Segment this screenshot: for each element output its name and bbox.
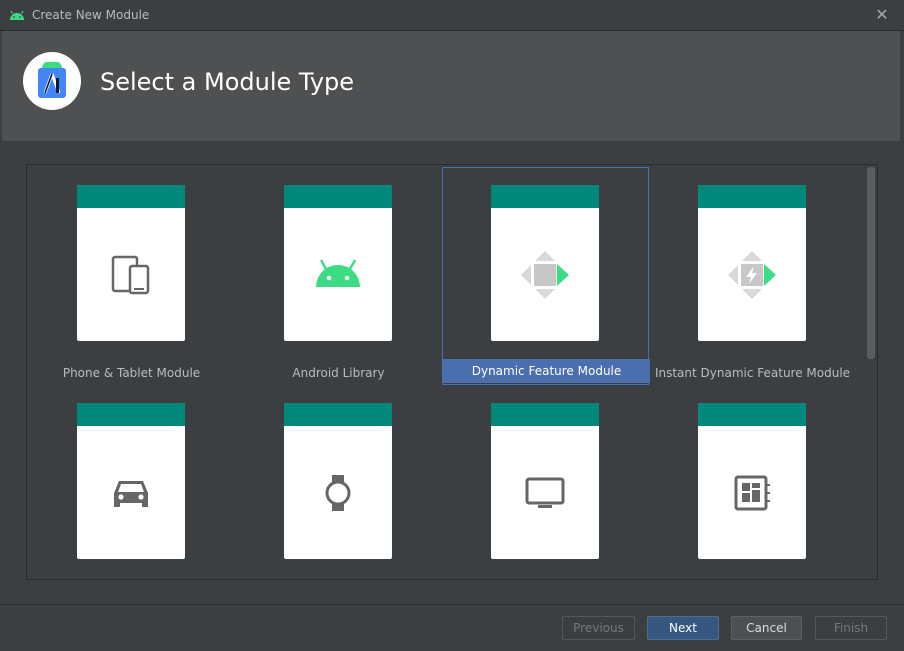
card-band — [77, 185, 185, 208]
previous-button[interactable]: Previous — [562, 616, 635, 640]
module-card — [77, 185, 185, 341]
module-tile-wear-os[interactable] — [235, 385, 442, 603]
card-band — [284, 185, 392, 208]
card-band — [77, 403, 185, 426]
module-card — [77, 403, 185, 559]
module-tile-things[interactable] — [649, 385, 856, 603]
module-card — [491, 185, 599, 341]
module-label: Instant Dynamic Feature Module — [654, 366, 851, 380]
next-button[interactable]: Next — [647, 616, 719, 640]
card-band — [491, 185, 599, 208]
module-tile-dynamic-feature[interactable]: Dynamic Feature Module — [442, 167, 650, 385]
phone-tablet-icon — [111, 255, 150, 295]
window-title: Create New Module — [32, 8, 150, 22]
close-icon[interactable]: ✕ — [874, 6, 890, 24]
things-board-icon — [734, 475, 770, 511]
instant-dynamic-feature-icon — [728, 251, 776, 299]
scrollbar[interactable] — [867, 167, 875, 359]
car-icon — [114, 481, 148, 507]
finish-button[interactable]: Finish — [815, 616, 887, 640]
module-card — [491, 403, 599, 559]
module-label: Phone & Tablet Module — [62, 366, 201, 380]
module-card — [698, 403, 806, 559]
module-tile-instant-dynamic-feature[interactable]: Instant Dynamic Feature Module — [649, 167, 856, 385]
module-tile-android-library[interactable]: Android Library — [235, 167, 442, 385]
window-titlebar: Create New Module ✕ — [0, 0, 904, 31]
android-studio-logo — [23, 52, 81, 110]
card-band — [698, 185, 806, 208]
module-tile-tv[interactable] — [442, 385, 649, 603]
watch-icon — [325, 475, 351, 511]
card-band — [284, 403, 392, 426]
module-label: Dynamic Feature Module — [443, 359, 650, 383]
android-icon — [316, 259, 360, 287]
module-card — [284, 185, 392, 341]
module-card — [698, 185, 806, 341]
android-icon — [10, 10, 24, 20]
android-studio-icon — [38, 62, 66, 98]
dialog-header: Select a Module Type — [2, 31, 900, 141]
page-title: Select a Module Type — [100, 68, 355, 96]
card-band — [698, 403, 806, 426]
module-label: Android Library — [292, 366, 385, 380]
module-card — [284, 403, 392, 559]
module-tile-phone-tablet[interactable]: Phone & Tablet Module — [28, 167, 235, 385]
card-band — [491, 403, 599, 426]
tv-icon — [525, 477, 565, 508]
cancel-button[interactable]: Cancel — [731, 616, 802, 640]
module-tile-automotive[interactable] — [28, 385, 235, 603]
dynamic-feature-icon — [521, 251, 569, 299]
